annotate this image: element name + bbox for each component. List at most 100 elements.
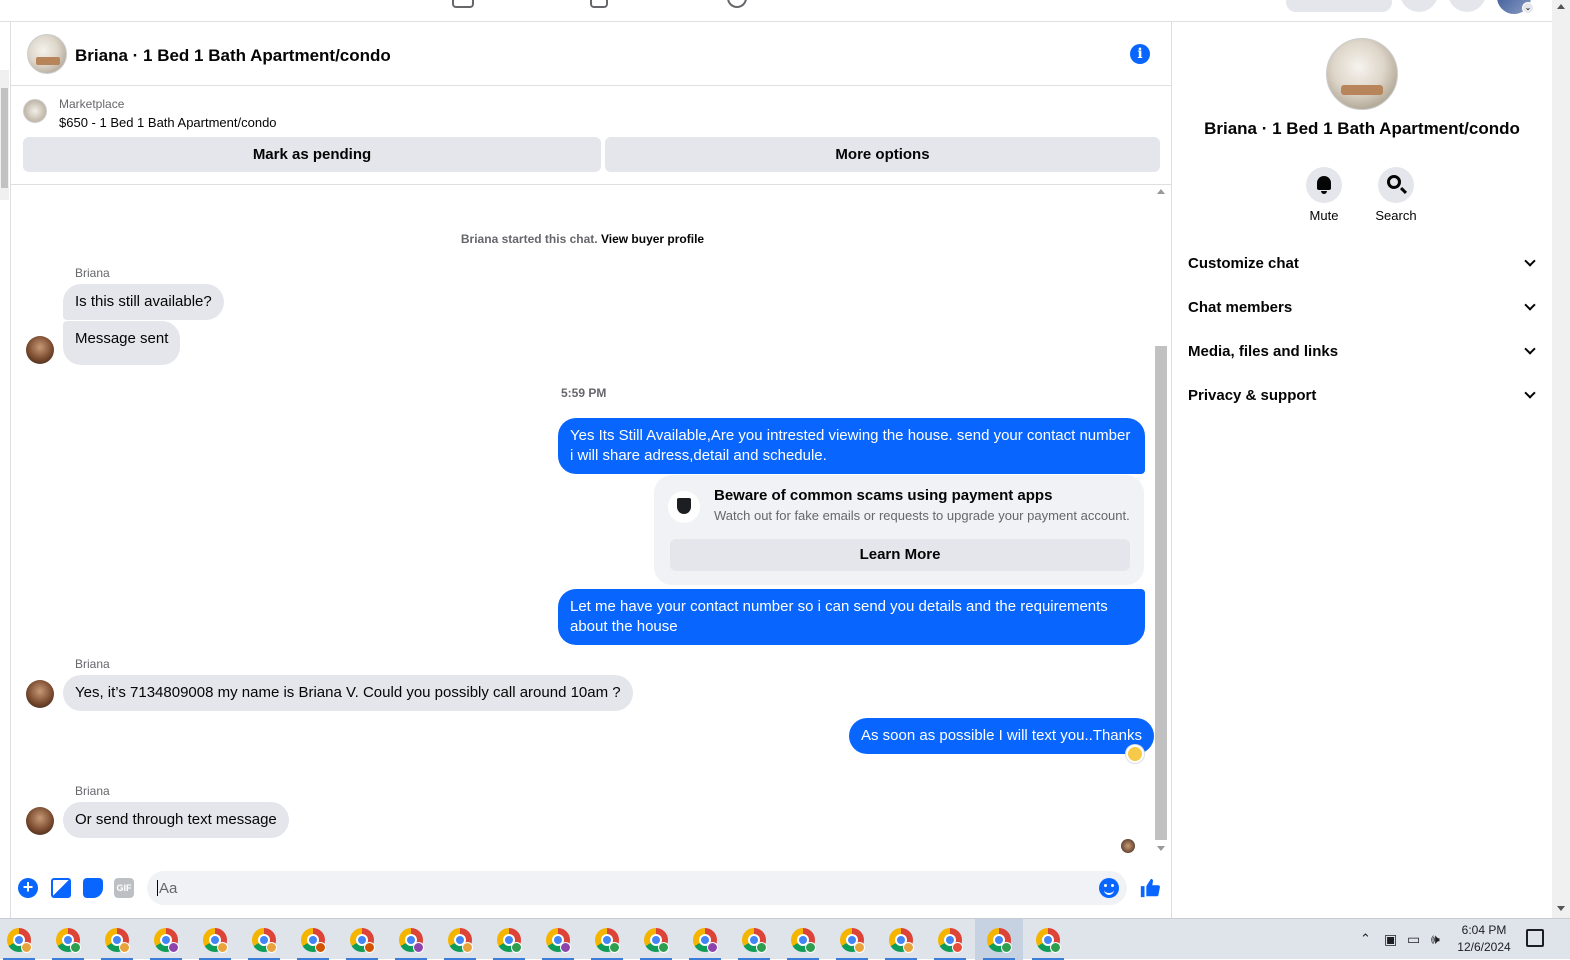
volume-icon[interactable]: 🕪 xyxy=(1431,931,1440,948)
incoming-message[interactable]: Yes, it’s 7134809008 my name is Briana V… xyxy=(63,675,633,711)
thumbs-up-icon[interactable] xyxy=(1139,877,1161,899)
gaming-nav-icon[interactable] xyxy=(727,0,747,8)
chat-title[interactable]: Briana · 1 Bed 1 Bath Apartment/condo xyxy=(75,46,391,66)
scroll-down-arrow-icon[interactable] xyxy=(1557,906,1565,911)
meet-now-icon[interactable]: ▣ xyxy=(1384,931,1397,948)
gif-icon[interactable]: GIF xyxy=(114,878,134,898)
emoji-icon[interactable] xyxy=(1099,878,1119,898)
taskbar-chrome-window[interactable] xyxy=(93,919,141,960)
taskbar-chrome-window[interactable] xyxy=(534,919,582,960)
taskbar-chrome-window[interactable] xyxy=(289,919,337,960)
marketplace-nav-icon[interactable] xyxy=(452,0,474,8)
outgoing-message[interactable]: Yes Its Still Available,Are you intreste… xyxy=(558,418,1145,474)
scroll-up-arrow-icon[interactable] xyxy=(1157,189,1165,194)
notification-icon[interactable] xyxy=(1526,929,1544,947)
chrome-profile-badge-icon xyxy=(854,942,865,953)
chrome-profile-badge-icon xyxy=(511,942,522,953)
briana-avatar[interactable] xyxy=(26,807,54,835)
chrome-icon xyxy=(595,928,620,953)
taskbar-chrome-window[interactable] xyxy=(191,919,239,960)
mark-as-pending-button[interactable]: Mark as pending xyxy=(23,137,601,172)
search-button[interactable] xyxy=(1378,167,1414,203)
taskbar-chrome-window[interactable] xyxy=(926,919,974,960)
section-privacy-support[interactable]: Privacy & support xyxy=(1188,387,1538,411)
taskbar-chrome-window[interactable] xyxy=(0,919,43,960)
taskbar-chrome-window[interactable] xyxy=(828,919,876,960)
account-caret-icon[interactable]: ⌄ xyxy=(1522,2,1534,14)
reaction-emoji-icon[interactable] xyxy=(1126,745,1144,763)
system-clock[interactable]: 6:04 PM 12/6/2024 xyxy=(1452,922,1516,956)
listing-thumbnail[interactable] xyxy=(23,99,47,123)
create-pill-button[interactable] xyxy=(1286,0,1392,12)
chrome-icon xyxy=(154,928,179,953)
taskbar-chrome-window[interactable] xyxy=(436,919,484,960)
section-label: Chat members xyxy=(1188,299,1293,316)
outgoing-message[interactable]: As soon as possible I will text you..Tha… xyxy=(849,718,1154,754)
learn-more-button[interactable]: Learn More xyxy=(670,539,1130,571)
scroll-down-arrow-icon[interactable] xyxy=(1157,846,1165,851)
scam-warning-card: Beware of common scams using payment app… xyxy=(654,475,1144,585)
taskbar-chrome-window[interactable] xyxy=(975,919,1023,960)
section-media-files-links[interactable]: Media, files and links xyxy=(1188,343,1538,367)
chrome-profile-badge-icon xyxy=(462,942,473,953)
plus-icon[interactable]: + xyxy=(18,878,38,898)
top-navigation-bar: ⌄ xyxy=(0,0,1552,22)
taskbar-chrome-window[interactable] xyxy=(730,919,778,960)
message-scrollbar[interactable] xyxy=(1154,186,1168,860)
incoming-message[interactable]: Is this still available? xyxy=(63,284,224,320)
taskbar-chrome-window[interactable] xyxy=(1024,919,1072,960)
briana-avatar[interactable] xyxy=(26,680,54,708)
network-icon[interactable]: ▭ xyxy=(1407,931,1420,948)
taskbar-chrome-window[interactable] xyxy=(485,919,533,960)
chevron-down-icon xyxy=(1524,387,1536,399)
taskbar-chrome-window[interactable] xyxy=(44,919,92,960)
message-list: Briana started this chat. View buyer pro… xyxy=(11,186,1172,862)
text-caret xyxy=(157,880,158,896)
section-customize-chat[interactable]: Customize chat xyxy=(1188,255,1538,279)
chrome-icon xyxy=(742,928,767,953)
left-scrollbar[interactable] xyxy=(0,70,9,200)
taskbar-chrome-window[interactable] xyxy=(240,919,288,960)
incoming-message[interactable]: Message sent xyxy=(63,321,181,365)
more-options-button[interactable]: More options xyxy=(605,137,1160,172)
taskbar-chrome-window[interactable] xyxy=(583,919,631,960)
menu-grid-icon[interactable] xyxy=(1400,0,1438,12)
photo-icon[interactable] xyxy=(51,878,71,898)
groups-nav-icon[interactable] xyxy=(590,0,608,8)
taskbar-chrome-window[interactable] xyxy=(387,919,435,960)
chrome-profile-badge-icon xyxy=(609,942,620,953)
messenger-icon[interactable] xyxy=(1448,0,1486,12)
message-input[interactable]: Aa xyxy=(147,871,1127,905)
mute-button[interactable] xyxy=(1306,167,1342,203)
info-panel-title[interactable]: Briana · 1 Bed 1 Bath Apartment/condo xyxy=(1172,119,1552,139)
taskbar-chrome-window[interactable] xyxy=(632,919,680,960)
taskbar-chrome-window[interactable] xyxy=(681,919,729,960)
sender-name: Briana xyxy=(75,784,110,798)
chrome-profile-badge-icon xyxy=(21,942,32,953)
view-buyer-profile-link[interactable]: View buyer profile xyxy=(601,232,704,246)
listing-large-avatar[interactable] xyxy=(1326,38,1398,110)
page-scrollbar[interactable] xyxy=(1552,0,1570,918)
scroll-up-arrow-icon[interactable] xyxy=(1557,4,1565,9)
taskbar-chrome-window[interactable] xyxy=(142,919,190,960)
chrome-icon xyxy=(56,928,81,953)
message-composer: + GIF Aa xyxy=(11,864,1172,914)
listing-avatar[interactable] xyxy=(27,34,67,74)
outgoing-message[interactable]: Let me have your contact number so i can… xyxy=(558,589,1145,645)
chrome-profile-badge-icon xyxy=(707,942,718,953)
search-label: Search xyxy=(1375,208,1417,223)
scam-warning-description: Watch out for fake emails or requests to… xyxy=(714,508,1130,523)
listing-title[interactable]: $650 - 1 Bed 1 Bath Apartment/condo xyxy=(59,115,277,130)
chrome-icon xyxy=(546,928,571,953)
taskbar-chrome-window[interactable] xyxy=(338,919,386,960)
briana-avatar[interactable] xyxy=(26,336,54,364)
section-chat-members[interactable]: Chat members xyxy=(1188,299,1538,323)
scrollbar-thumb[interactable] xyxy=(1155,346,1167,840)
sticker-icon[interactable] xyxy=(83,878,103,898)
incoming-message[interactable]: Or send through text message xyxy=(63,802,289,838)
tray-chevron-icon[interactable]: ⌃ xyxy=(1360,931,1371,947)
taskbar-chrome-window[interactable] xyxy=(877,919,925,960)
chrome-profile-badge-icon xyxy=(364,942,375,953)
taskbar-chrome-window[interactable] xyxy=(779,919,827,960)
info-icon[interactable]: i xyxy=(1130,44,1150,64)
